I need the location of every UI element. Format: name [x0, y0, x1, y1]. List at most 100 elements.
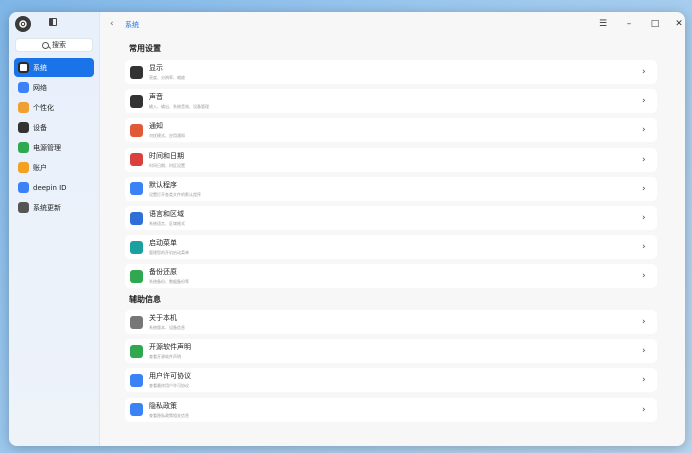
card-title: 关于本机: [149, 314, 177, 322]
card-subtitle: 系统语言、区域格式: [149, 221, 185, 226]
network-icon: [18, 82, 29, 93]
chevron-right-icon: ›: [642, 346, 646, 357]
card-subtitle: 输入、输出、系统音效、设备管理: [149, 104, 209, 110]
chevron-right-icon: ›: [642, 271, 646, 282]
sidebar-item-label: 网络: [33, 83, 47, 92]
language-icon: [130, 211, 143, 225]
sidebar-item-1[interactable]: 网络: [14, 78, 94, 97]
sidebar-item-0[interactable]: 系统: [14, 58, 94, 77]
card-subtitle: 勿扰模式、应用通知: [149, 133, 185, 139]
card-subtitle: 查看开源软件声明: [149, 354, 181, 360]
card-text: 通知勿扰模式、应用通知: [149, 121, 642, 139]
settings-card[interactable]: 隐私政策 查看隐私政策相关信息 ›: [125, 397, 657, 422]
account-icon: [18, 162, 29, 173]
settings-card[interactable]: 时间和日期 时间日期、时区设置 ›: [125, 147, 657, 172]
chevron-right-icon: ›: [642, 404, 646, 415]
card-text: 显示 亮度、分辨率、缩放: [149, 63, 642, 81]
card-text: 备份还原系统备份、数据备份等: [149, 267, 642, 285]
section-title: 常用设置: [129, 44, 161, 53]
close-icon[interactable]: ✕: [673, 18, 685, 30]
card-subtitle: 设置打开各类文件的默认程序: [149, 191, 201, 197]
sound-icon: [130, 94, 143, 108]
card-text: 声音输入、输出、系统音效、设备管理: [149, 92, 642, 110]
card-text: 隐私政策查看隐私政策相关信息: [149, 401, 642, 419]
sidebar-header: [9, 12, 99, 38]
app-logo-icon: [15, 16, 31, 32]
sidebar-item-label: deepin ID: [33, 183, 67, 192]
main-content: ‹ 系统 ☰ – □ ✕ 常用设置 显示 亮度、分辨率、缩放 › 声音 输入、输出、系统音…: [100, 12, 685, 446]
chevron-right-icon: ›: [642, 96, 646, 107]
backup-icon: [130, 269, 143, 283]
sidebar-item-6[interactable]: deepin ID: [14, 178, 94, 197]
chevron-right-icon: ›: [642, 183, 646, 194]
card-title: 启动菜单: [149, 239, 177, 248]
cloud-icon: [18, 182, 29, 193]
sidebar-item-3[interactable]: 设备: [14, 118, 94, 137]
card-text: 开源软件声明 查看开源软件声明: [149, 342, 642, 360]
system-icon: [18, 62, 29, 73]
sidebar-item-2[interactable]: 个性化: [14, 98, 94, 117]
chevron-right-icon: ›: [642, 375, 646, 386]
card-text: 语言和区域 系统语言、区域格式: [149, 209, 642, 227]
breadcrumb[interactable]: 系统: [125, 20, 139, 30]
card-text: 时间和日期时间日期、时区设置: [149, 151, 642, 169]
card-title: 备份还原: [149, 268, 177, 277]
notification-icon: [130, 123, 143, 137]
titlebar: ‹ 系统 ☰ – □ ✕: [100, 12, 685, 36]
personalization-icon: [18, 102, 29, 113]
settings-card[interactable]: 显示 亮度、分辨率、缩放 ›: [125, 60, 657, 84]
settings-card[interactable]: 用户许可协议 查看最终用户许可协议 ›: [125, 368, 657, 393]
display-icon: [130, 65, 143, 79]
sidebar-item-7[interactable]: 系统更新: [14, 198, 94, 217]
search-label: 搜索: [52, 41, 66, 49]
chevron-right-icon: ›: [642, 242, 646, 253]
chevron-right-icon: ›: [642, 317, 646, 327]
default-apps-icon: [130, 182, 143, 196]
settings-card[interactable]: 通知 勿扰模式、应用通知 ›: [125, 118, 657, 143]
sidebar-item-4[interactable]: 电源管理: [14, 138, 94, 157]
chevron-right-icon: ›: [642, 154, 646, 165]
section-title: 辅助信息: [129, 295, 161, 304]
chevron-right-icon: ›: [642, 125, 646, 136]
card-title: 通知: [149, 122, 163, 131]
boot-menu-icon: [130, 240, 143, 254]
card-subtitle: 时间日期、时区设置: [149, 162, 185, 168]
settings-card[interactable]: 开源软件声明 查看开源软件声明 ›: [125, 339, 657, 364]
card-text: 用户许可协议 查看最终用户许可协议: [149, 371, 642, 389]
card-title: 隐私政策: [149, 401, 177, 410]
license-icon: [130, 373, 143, 387]
settings-card[interactable]: 默认程序设置打开各类文件的默认程序 ›: [125, 176, 657, 201]
minimize-icon[interactable]: –: [623, 18, 635, 30]
sidebar: 搜索 系统网络个性化设备 电源管理账户 deepin ID 系统更新: [9, 12, 100, 446]
sidebar-item-5[interactable]: 账户: [14, 158, 94, 177]
card-title: 时间和日期: [149, 151, 184, 160]
search-icon: [42, 41, 49, 49]
card-subtitle: 系统备份、数据备份等: [149, 279, 189, 285]
card-subtitle: 查看隐私政策相关信息: [149, 412, 189, 418]
card-text: 启动菜单 管理您的开机启动菜单: [149, 238, 642, 256]
menu-icon[interactable]: ☰: [597, 18, 609, 30]
settings-card[interactable]: 启动菜单 管理您的开机启动菜单 ›: [125, 235, 657, 260]
device-icon: [18, 122, 29, 133]
search-input[interactable]: 搜索: [15, 38, 93, 52]
sidebar-toggle-icon[interactable]: [49, 18, 57, 26]
sidebar-item-label: 系统更新: [33, 203, 61, 212]
settings-card[interactable]: 声音 输入、输出、系统音效、设备管理 ›: [125, 89, 657, 114]
card-title: 声音: [149, 93, 163, 102]
card-title: 显示: [149, 64, 163, 72]
privacy-icon: [130, 403, 143, 417]
card-title: 开源软件声明: [149, 343, 191, 352]
card-subtitle: 系统版本、设备信息: [149, 325, 185, 330]
settings-card[interactable]: 备份还原 系统备份、数据备份等 ›: [125, 264, 657, 289]
card-subtitle: 查看最终用户许可协议: [149, 383, 189, 389]
maximize-icon[interactable]: □: [649, 18, 661, 30]
back-button[interactable]: ‹: [110, 19, 114, 29]
card-title: 默认程序: [149, 180, 177, 189]
sidebar-item-label: 账户: [33, 163, 47, 172]
card-title: 用户许可协议: [149, 372, 191, 381]
settings-card[interactable]: 关于本机系统版本、设备信息 ›: [125, 310, 657, 334]
open-source-icon: [130, 344, 143, 358]
settings-card[interactable]: 语言和区域 系统语言、区域格式 ›: [125, 206, 657, 230]
sidebar-item-label: 个性化: [33, 103, 54, 112]
update-icon: [18, 202, 29, 213]
